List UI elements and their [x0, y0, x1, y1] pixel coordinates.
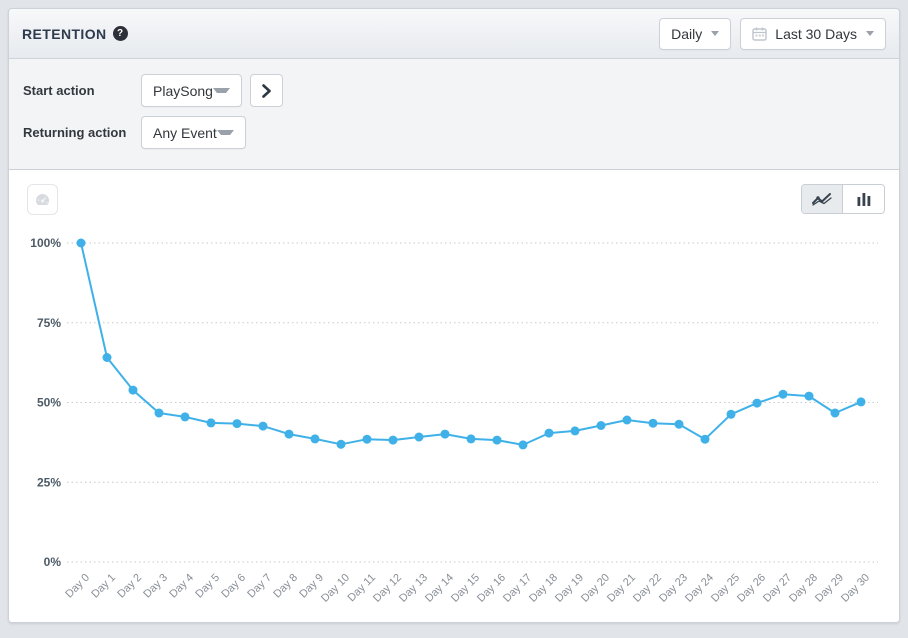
svg-text:Day 10: Day 10 — [319, 572, 352, 605]
svg-text:Day 7: Day 7 — [245, 572, 274, 601]
dashboard-gauge-button[interactable] — [27, 184, 58, 215]
chevron-down-icon — [866, 31, 874, 36]
chevron-down-icon — [217, 130, 234, 135]
expand-action-button[interactable] — [250, 74, 283, 107]
svg-text:0%: 0% — [44, 555, 62, 569]
line-view-button[interactable] — [802, 185, 843, 213]
start-action-label: Start action — [23, 83, 141, 98]
help-icon[interactable]: ? — [113, 26, 128, 41]
svg-text:Day 4: Day 4 — [167, 572, 196, 601]
returning-action-dropdown[interactable]: Any Event — [141, 116, 246, 149]
line-chart-icon — [812, 192, 832, 206]
granularity-dropdown[interactable]: Daily — [659, 18, 731, 50]
page-title: RETENTION — [22, 26, 107, 42]
returning-action-row: Returning action Any Event — [23, 116, 885, 149]
svg-text:Day 30: Day 30 — [839, 572, 872, 605]
dashboard-gauge-icon — [34, 192, 51, 207]
retention-card: RETENTION ? Daily — [8, 8, 900, 623]
start-action-row: Start action PlaySong — [23, 74, 885, 107]
chart-toolbar — [27, 184, 885, 214]
date-range-dropdown[interactable]: Last 30 Days — [740, 18, 886, 50]
retention-header: RETENTION ? Daily — [9, 9, 899, 59]
start-action-dropdown[interactable]: PlaySong — [141, 74, 242, 107]
svg-text:Day 8: Day 8 — [271, 572, 300, 601]
bar-chart-icon — [856, 192, 872, 206]
calendar-icon — [752, 27, 767, 41]
chevron-down-icon — [711, 31, 719, 36]
svg-text:Day 2: Day 2 — [115, 572, 144, 601]
svg-text:Day 5: Day 5 — [193, 572, 222, 601]
retention-line-chart[interactable]: 0% 25% 50% 75% 100% Day 0Day 1Day 2Day 3Day 4… — [9, 170, 900, 623]
date-range-value: Last 30 Days — [775, 26, 857, 42]
bar-view-button[interactable] — [843, 185, 884, 213]
chart-section: 0% 25% 50% 75% 100% Day 0Day 1Day 2Day 3Day 4… — [9, 170, 899, 622]
start-action-value: PlaySong — [153, 83, 213, 99]
chevron-down-icon — [213, 88, 230, 93]
svg-text:75%: 75% — [37, 316, 61, 330]
granularity-value: Daily — [671, 26, 702, 42]
svg-text:Day 6: Day 6 — [219, 572, 248, 601]
returning-action-label: Returning action — [23, 125, 141, 140]
svg-text:Day 3: Day 3 — [141, 572, 170, 601]
returning-action-value: Any Event — [153, 125, 217, 141]
svg-text:25%: 25% — [37, 475, 61, 489]
svg-text:Day 0: Day 0 — [63, 572, 92, 601]
svg-text:Day 1: Day 1 — [89, 572, 118, 601]
filter-panel: Start action PlaySong Returning action A… — [9, 59, 899, 170]
svg-text:50%: 50% — [37, 396, 61, 410]
chevron-right-icon — [261, 84, 272, 98]
chart-type-toggle — [801, 184, 885, 214]
header-controls: Daily Last 30 Days — [659, 18, 886, 50]
svg-text:100%: 100% — [30, 236, 61, 250]
retention-page: { "header": { "title": "RETENTION", "hel… — [0, 0, 908, 638]
